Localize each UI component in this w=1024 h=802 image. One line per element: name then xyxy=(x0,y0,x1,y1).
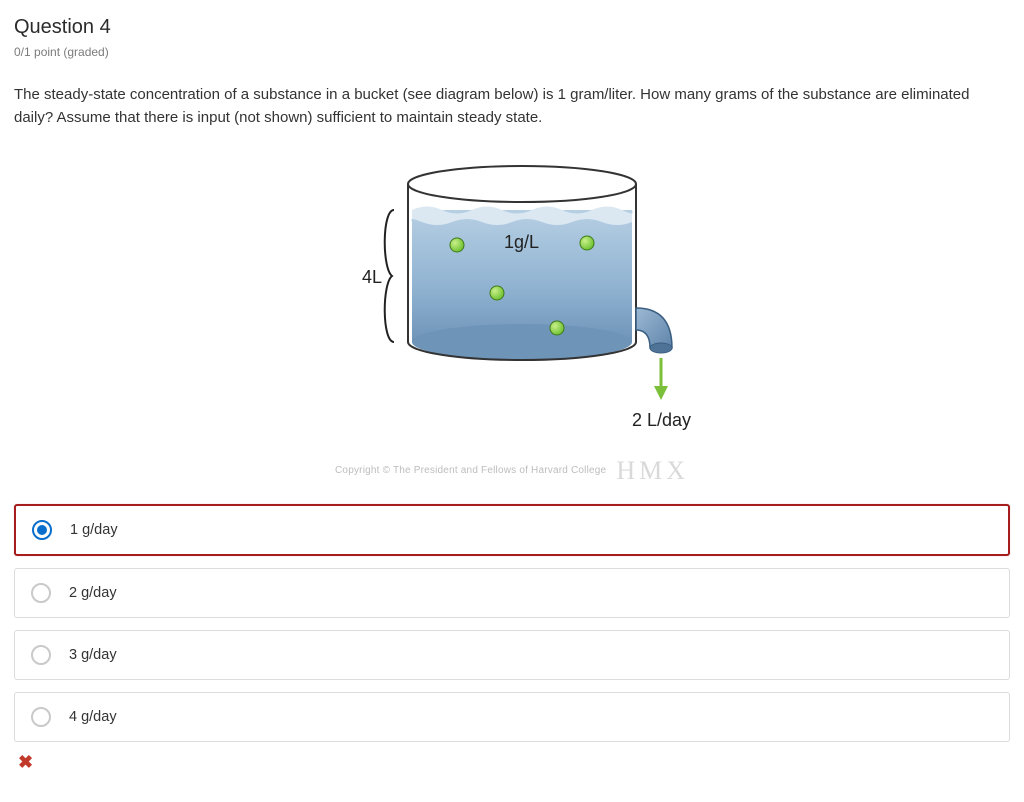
diagram-concentration-label: 1g/L xyxy=(504,232,539,252)
radio-icon xyxy=(31,645,51,665)
bucket-svg: 4L 1g/L 2 L/day xyxy=(292,148,732,448)
choice-2[interactable]: 2 g/day xyxy=(14,568,1010,618)
question-title: Question 4 xyxy=(14,16,1010,39)
diagram-outflow-label: 2 L/day xyxy=(632,410,691,430)
radio-icon xyxy=(32,520,52,540)
answer-choices: 1 g/day 2 g/day 3 g/day 4 g/day xyxy=(14,504,1010,742)
copyright-row: Copyright © The President and Fellows of… xyxy=(14,456,1010,486)
radio-icon xyxy=(31,707,51,727)
question-prompt: The steady-state concentration of a subs… xyxy=(14,83,974,130)
incorrect-icon: ✖ xyxy=(18,752,1010,773)
diagram-volume-label: 4L xyxy=(362,267,382,287)
radio-icon xyxy=(31,583,51,603)
choice-label: 2 g/day xyxy=(69,585,117,601)
question-page: Question 4 0/1 point (graded) The steady… xyxy=(0,0,1024,773)
copyright-text: Copyright © The President and Fellows of… xyxy=(335,465,606,476)
choice-4[interactable]: 4 g/day xyxy=(14,692,1010,742)
choice-1[interactable]: 1 g/day xyxy=(14,504,1010,556)
choice-3[interactable]: 3 g/day xyxy=(14,630,1010,680)
choice-label: 1 g/day xyxy=(70,522,118,538)
question-points: 0/1 point (graded) xyxy=(14,45,1010,59)
choice-label: 3 g/day xyxy=(69,647,117,663)
bucket-diagram: 4L 1g/L 2 L/day xyxy=(14,148,1010,448)
choice-label: 4 g/day xyxy=(69,709,117,725)
brand-logo: HMX xyxy=(616,456,689,486)
